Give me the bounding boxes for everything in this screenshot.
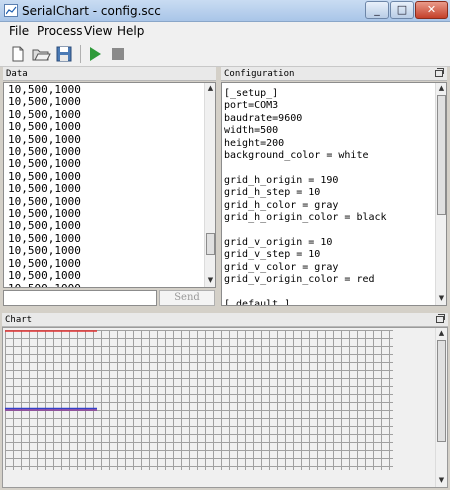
config-line: [_default_] — [224, 298, 291, 306]
maximize-icon: □ — [396, 3, 408, 16]
save-button[interactable] — [54, 44, 74, 64]
stop-icon — [112, 48, 124, 60]
config-line — [224, 162, 387, 174]
stop-button[interactable] — [108, 44, 128, 64]
save-disk-icon — [56, 46, 72, 62]
config-panel-header: Configuration — [221, 67, 447, 81]
window-title: SerialChart - config.scc — [22, 4, 161, 18]
new-file-button[interactable] — [8, 44, 28, 64]
chart-panel-header: Chart — [2, 313, 448, 327]
config-panel-title: Configuration — [224, 69, 295, 79]
chart-area: ▲ ▼ — [2, 327, 448, 488]
data-line: 10,500,1000 — [8, 120, 81, 134]
scroll-down-icon[interactable]: ▼ — [437, 476, 446, 485]
toolbar-separator — [80, 45, 81, 63]
data-line: 10,500,1000 — [8, 182, 81, 196]
config-scrollbar[interactable]: ▲ ▼ — [435, 83, 446, 305]
scroll-up-icon[interactable]: ▲ — [437, 329, 446, 338]
menu-help[interactable]: Help — [117, 24, 144, 38]
config-line: width=500 — [224, 125, 279, 137]
data-scrollbar[interactable]: ▲ ▼ — [204, 83, 215, 287]
scroll-down-icon[interactable]: ▼ — [206, 276, 215, 285]
toolbar — [0, 41, 450, 67]
data-panel-title: Data — [6, 69, 28, 79]
config-line: grid_h_color = gray — [224, 199, 339, 211]
config-line: grid_v_origin = 10 — [224, 236, 333, 248]
open-button[interactable] — [31, 44, 51, 64]
maximize-button[interactable]: □ — [390, 1, 414, 19]
config-line: grid_v_step = 10 — [224, 249, 321, 261]
config-line: grid_h_origin = 190 — [224, 174, 339, 186]
chart-canvas — [5, 330, 393, 470]
config-line: height=200 — [224, 137, 285, 149]
config-line: [_setup_] — [224, 88, 279, 99]
scroll-thumb[interactable] — [437, 340, 446, 442]
scroll-up-icon[interactable]: ▲ — [437, 84, 446, 93]
scroll-down-icon[interactable]: ▼ — [437, 294, 446, 303]
menu-bar: File Process View Help — [0, 22, 450, 41]
data-line: 10,500,1000 — [8, 269, 81, 283]
config-line: background_color = white — [224, 150, 369, 162]
data-line: 10,500,1000 — [8, 157, 81, 171]
close-button[interactable]: ✕ — [415, 1, 448, 19]
data-line: 10,500,1000 — [8, 219, 81, 233]
menu-file[interactable]: File — [9, 24, 29, 38]
new-file-icon — [12, 46, 24, 62]
open-folder-icon — [32, 49, 51, 61]
scroll-thumb[interactable] — [437, 95, 446, 215]
config-line — [224, 224, 387, 236]
float-panel-icon[interactable] — [435, 68, 444, 77]
config-text-area[interactable]: [_setup_] port=COM3 baudrate=9600 width=500… — [221, 82, 447, 306]
config-lines: [_setup_] port=COM3 baudrate=9600 width=500… — [224, 88, 387, 306]
menu-process[interactable]: Process — [37, 24, 83, 38]
config-line: grid_v_color = gray — [224, 261, 339, 273]
minimize-icon: _ — [374, 3, 380, 16]
close-icon: ✕ — [426, 3, 437, 16]
chart-scrollbar[interactable]: ▲ ▼ — [435, 328, 446, 487]
data-lines: 10,500,1000 10,500,1000 10,500,1000 10,500,… — [8, 83, 81, 288]
data-panel-header: Data — [3, 67, 216, 81]
chart-panel-title: Chart — [5, 315, 33, 325]
data-line: 10,500,1000 — [8, 281, 81, 288]
send-button[interactable]: Send — [159, 290, 215, 306]
config-line: grid_v_origin_color = red — [224, 274, 375, 286]
config-line: baudrate=9600 — [224, 112, 303, 124]
config-line: port=COM3 — [224, 100, 279, 112]
data-text-area[interactable]: 10,500,1000 10,500,1000 10,500,1000 10,500,… — [3, 82, 216, 288]
float-panel-icon[interactable] — [436, 314, 445, 323]
scroll-up-icon[interactable]: ▲ — [206, 84, 215, 93]
send-input[interactable] — [3, 290, 157, 306]
data-line: 10,500,1000 — [8, 95, 81, 109]
config-line: grid_h_origin_color = black — [224, 212, 387, 224]
scroll-thumb[interactable] — [206, 233, 215, 255]
config-line — [224, 287, 387, 299]
config-line: grid_h_step = 10 — [224, 187, 321, 199]
title-bar: SerialChart - config.scc _ □ ✕ — [0, 0, 450, 22]
minimize-button[interactable]: _ — [365, 1, 389, 19]
run-play-icon — [90, 47, 101, 61]
run-button[interactable] — [85, 44, 105, 64]
menu-view[interactable]: View — [84, 24, 112, 38]
app-icon — [4, 4, 18, 17]
data-line: 10,500,1000 — [8, 244, 81, 258]
